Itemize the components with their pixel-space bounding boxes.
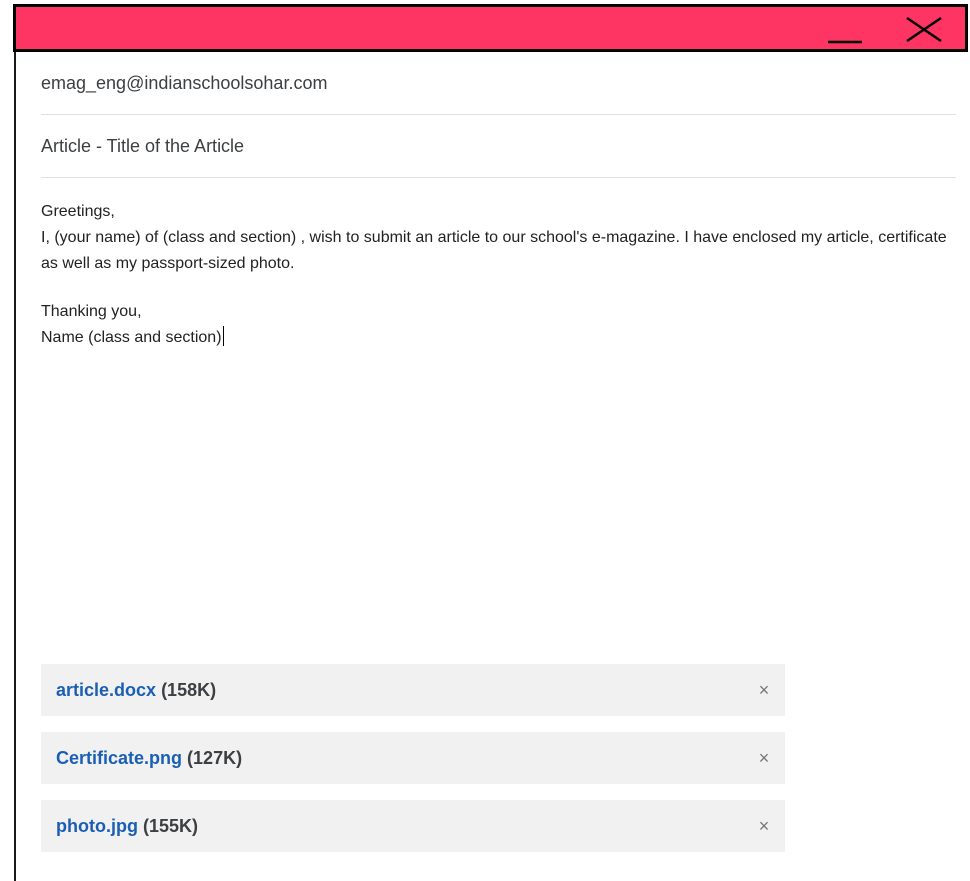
attachment-chip[interactable]: Certificate.png (127K) × [41, 732, 785, 784]
attachment-name[interactable]: article.docx [56, 680, 156, 700]
remove-attachment-icon[interactable]: × [753, 732, 775, 784]
body-signature-line: Name (class and section) [41, 325, 956, 351]
body-greeting: Greetings, [41, 203, 115, 220]
attachment-size: (127K) [187, 748, 243, 768]
minimize-button[interactable] [824, 13, 866, 47]
body-blank-line [41, 277, 956, 299]
remove-attachment-icon[interactable]: × [753, 800, 775, 852]
attachment-name[interactable]: photo.jpg [56, 816, 138, 836]
attachment-size: (158K) [161, 680, 217, 700]
attachment-chip[interactable]: article.docx (158K) × [41, 664, 785, 716]
subject-field[interactable]: Article - Title of the Article [41, 136, 956, 178]
body-signature: Name (class and section) [41, 329, 222, 346]
remove-attachment-icon[interactable]: × [753, 664, 775, 716]
close-button[interactable] [903, 13, 945, 47]
recipient-address: emag_eng@indianschoolsohar.com [41, 73, 328, 93]
attachment-size: (155K) [142, 816, 199, 836]
compose-window: emag_eng@indianschoolsohar.com Article -… [0, 0, 970, 881]
attachment-name[interactable]: Certificate.png [56, 748, 182, 768]
title-bar [13, 4, 968, 52]
attachment-chip[interactable]: photo.jpg (155K) × [41, 800, 785, 852]
to-field[interactable]: emag_eng@indianschoolsohar.com [41, 73, 956, 115]
body-closing: Thanking you, [41, 303, 142, 320]
window-left-border [14, 52, 16, 881]
body-paragraph: I, (your name) of (class and section) , … [41, 229, 947, 272]
subject-text: Article - Title of the Article [41, 136, 245, 156]
minimize-icon [824, 13, 866, 47]
text-cursor [222, 326, 224, 346]
message-body[interactable]: Greetings, I, (your name) of (class and … [41, 199, 956, 351]
close-icon [903, 13, 945, 47]
